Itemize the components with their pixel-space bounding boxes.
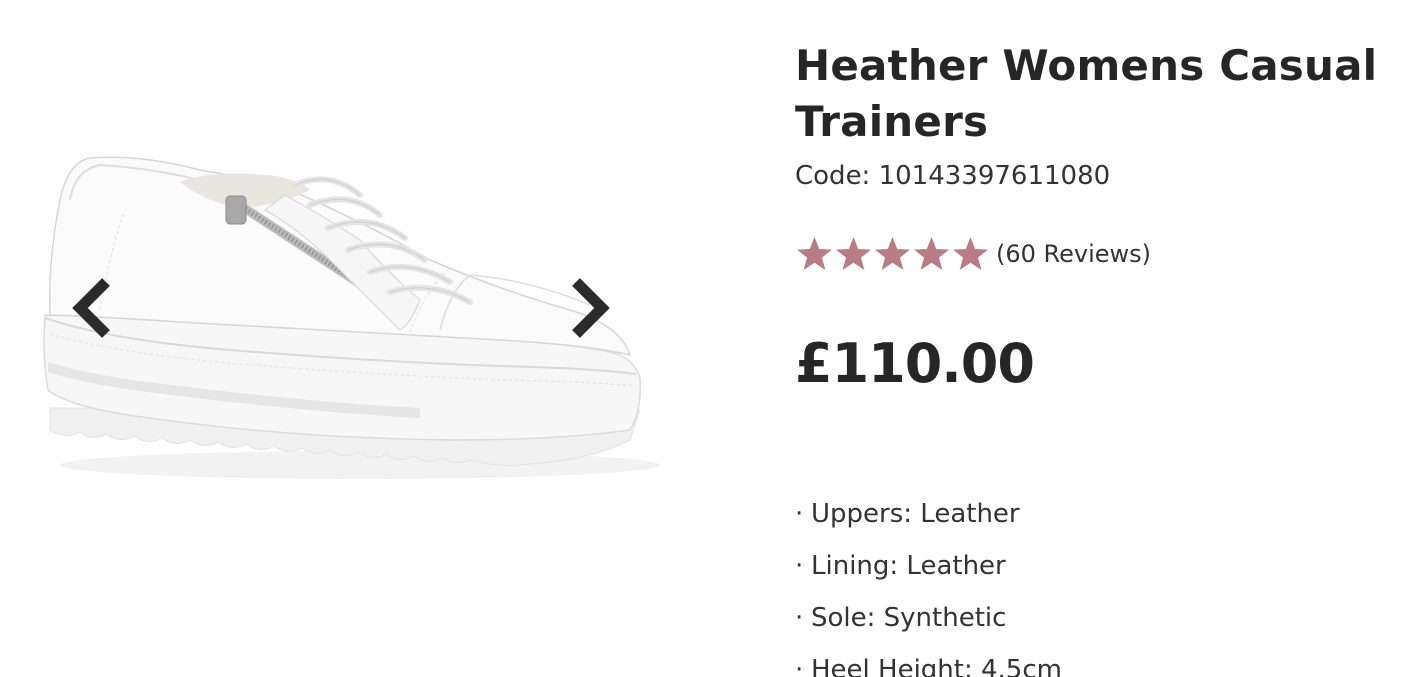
- feature-item: · Uppers: Leather: [795, 488, 1395, 540]
- bullet: ·: [795, 603, 804, 633]
- product-title: Heather Womens Casual Trainers: [795, 41, 1378, 146]
- product-price: £110.00: [795, 332, 1035, 395]
- chevron-right-icon: [572, 278, 610, 338]
- feature-item: · Sole: Synthetic: [795, 592, 1395, 644]
- feature-text: Lining: Leather: [811, 551, 1006, 581]
- product-features: · Uppers: Leather · Lining: Leather · Sole: S…: [795, 488, 1395, 677]
- feature-item: · Lining: Leather: [795, 540, 1395, 592]
- star-icon: [836, 237, 871, 270]
- bullet: ·: [795, 499, 804, 529]
- star-icon: [875, 237, 910, 270]
- star-icon: [914, 237, 949, 270]
- chevron-left-icon: [72, 278, 110, 338]
- bullet: ·: [795, 551, 804, 581]
- product-rating[interactable]: (60 Reviews): [795, 234, 1395, 274]
- star-icon: [953, 237, 988, 270]
- star-icon: [797, 237, 832, 270]
- reviews-link[interactable]: (60 Reviews): [996, 240, 1151, 268]
- bullet: ·: [795, 655, 804, 677]
- feature-text: Uppers: Leather: [811, 499, 1020, 529]
- product-code: Code: 10143397611080: [795, 161, 1111, 191]
- product-info: Heather Womens Casual Trainers Code: 101…: [795, 38, 1395, 677]
- gallery-prev-button[interactable]: [64, 268, 120, 348]
- feature-text: Sole: Synthetic: [811, 603, 1007, 633]
- feature-item: · Heel Height: 4.5cm: [795, 644, 1395, 677]
- gallery-next-button[interactable]: [562, 268, 618, 348]
- product-page: Heather Womens Casual Trainers Code: 101…: [0, 0, 1402, 677]
- product-gallery: [0, 0, 700, 677]
- feature-text: Heel Height: 4.5cm: [811, 655, 1062, 677]
- rating-stars: [795, 235, 990, 273]
